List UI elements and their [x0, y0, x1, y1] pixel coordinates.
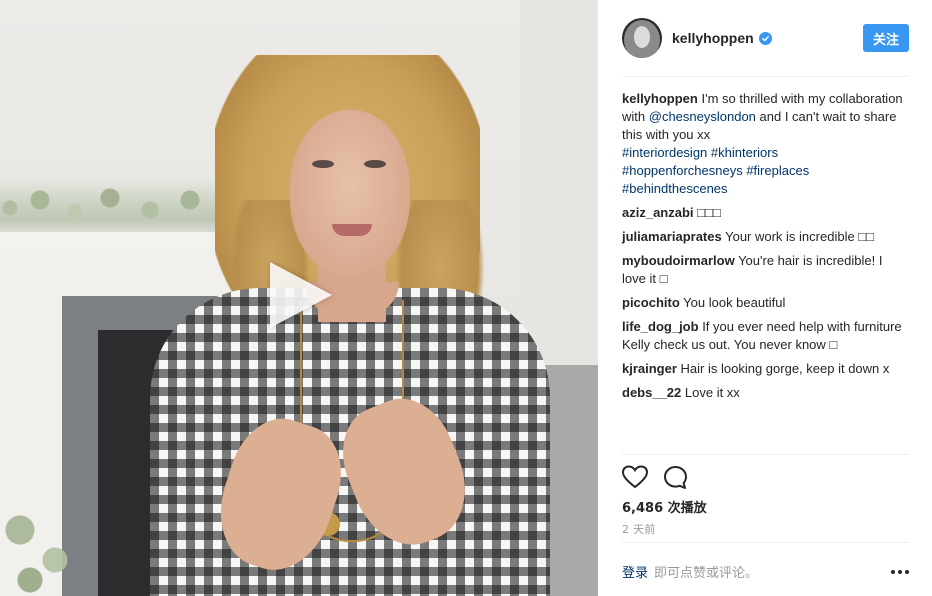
video-player[interactable]: [0, 0, 598, 596]
comment-username[interactable]: life_dog_job: [622, 319, 699, 334]
action-bar: [622, 462, 702, 492]
comment-item: juliamariaprates Your work is incredible…: [622, 228, 909, 246]
dot: [898, 569, 902, 574]
comment-bubble-icon: [663, 465, 687, 489]
comment-list: kellyhoppen I'm so thrilled with my coll…: [622, 90, 909, 408]
person-face: [290, 110, 410, 275]
instagram-post: kellyhoppen 关注 kellyhoppen I'm so thrill…: [0, 0, 932, 596]
left-eye: [312, 160, 334, 168]
comment-button[interactable]: [662, 464, 688, 490]
post-timestamp[interactable]: 2 天前: [622, 521, 656, 537]
login-hint: 即可点赞或评论。: [654, 566, 759, 581]
caption: kellyhoppen I'm so thrilled with my coll…: [622, 90, 909, 198]
header-divider: [622, 76, 909, 77]
heart-icon: [622, 465, 648, 489]
caption-username[interactable]: kellyhoppen: [622, 91, 698, 106]
right-eye: [364, 160, 386, 168]
dot: [905, 569, 909, 574]
mantel-shelf: [0, 232, 250, 248]
hashtag[interactable]: #hoppenforchesneys: [622, 163, 743, 178]
comment-username[interactable]: juliamariaprates: [622, 229, 722, 244]
floor-garland: [0, 470, 90, 596]
post-details-panel: kellyhoppen 关注 kellyhoppen I'm so thrill…: [598, 0, 932, 596]
comment-text: Your work is incredible □□: [725, 229, 875, 244]
hashtag[interactable]: #interiordesign: [622, 145, 707, 160]
actions-divider: [622, 454, 909, 455]
comment-item: life_dog_job If you ever need help with …: [622, 318, 909, 354]
verified-badge-icon: [758, 31, 772, 45]
comment-item: aziz_anzabi □□□: [622, 204, 909, 222]
comment-text: You look beautiful: [683, 295, 786, 310]
avatar[interactable]: [622, 18, 662, 58]
play-icon[interactable]: [270, 262, 332, 328]
comment-item: picochito You look beautiful: [622, 294, 909, 312]
comment-text: Hair is looking gorge, keep it down x: [680, 361, 890, 376]
comment-username[interactable]: aziz_anzabi: [622, 205, 694, 220]
avatar-face: [634, 26, 650, 48]
more-options-icon[interactable]: [891, 569, 909, 574]
comment-footer: 登录 即可点赞或评论。: [622, 562, 909, 581]
dot: [891, 569, 895, 574]
comment-item: debs__22 Love it xx: [622, 384, 909, 402]
username-link[interactable]: kellyhoppen: [672, 30, 754, 46]
view-count: 6,486 次播放: [622, 501, 707, 516]
comment-username[interactable]: myboudoirmarlow: [622, 253, 735, 268]
follow-button[interactable]: 关注: [863, 24, 909, 52]
like-button[interactable]: [622, 464, 648, 490]
footer-divider: [622, 542, 909, 543]
comment-text: □□□: [697, 205, 721, 220]
login-link[interactable]: 登录: [622, 562, 648, 581]
comment-text: Love it xx: [684, 385, 740, 400]
hashtag[interactable]: #fireplaces: [746, 163, 809, 178]
comment-item: kjrainger Hair is looking gorge, keep it…: [622, 360, 909, 378]
post-header: kellyhoppen 关注: [622, 16, 909, 60]
caption-mention[interactable]: @chesneyslondon: [649, 109, 756, 124]
comment-username[interactable]: debs__22: [622, 385, 681, 400]
mouth: [332, 224, 372, 236]
comment-item: myboudoirmarlow You're hair is incredibl…: [622, 252, 909, 288]
comment-username[interactable]: picochito: [622, 295, 680, 310]
hashtag[interactable]: #khinteriors: [711, 145, 778, 160]
hashtag[interactable]: #behindthescenes: [622, 181, 728, 196]
comment-username[interactable]: kjrainger: [622, 361, 677, 376]
